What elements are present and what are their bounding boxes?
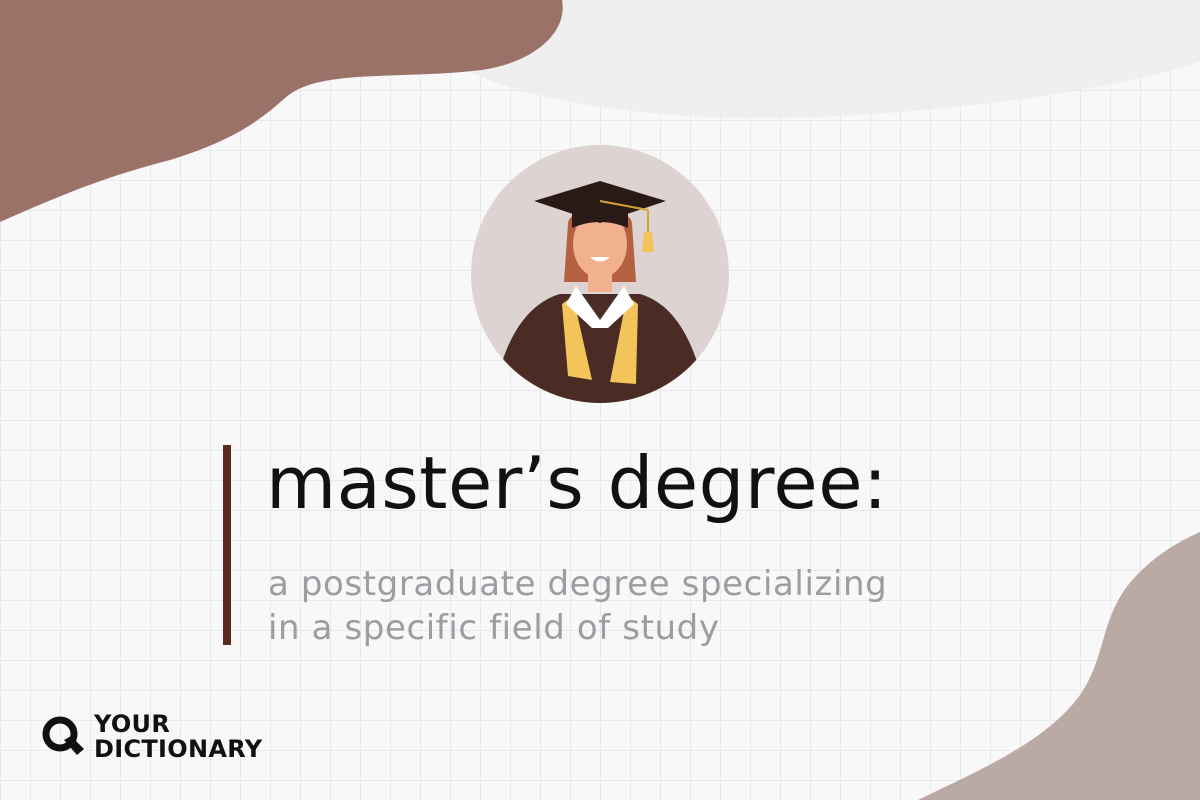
definition-line-2: in a specific field of study bbox=[268, 608, 720, 648]
logo-line-your: YOUR bbox=[94, 710, 171, 738]
definition-line-1: a postgraduate degree specializing bbox=[268, 564, 888, 604]
accent-bar bbox=[223, 445, 231, 645]
yourdictionary-logo[interactable]: YOUR DICTIONARY bbox=[40, 712, 262, 762]
logo-wordmark: YOUR DICTIONARY bbox=[94, 712, 262, 762]
term-definition: a postgraduate degree specializing in a … bbox=[268, 562, 887, 650]
tassel-end bbox=[642, 232, 654, 252]
top-light-blob bbox=[360, 0, 1200, 118]
bottom-right-taupe-blob bbox=[918, 532, 1200, 800]
logo-line-dictionary: DICTIONARY bbox=[94, 735, 263, 763]
magnifier-q-icon bbox=[42, 716, 84, 755]
graduate-avatar-icon bbox=[471, 145, 729, 403]
term-title: master’s degree: bbox=[266, 441, 888, 525]
